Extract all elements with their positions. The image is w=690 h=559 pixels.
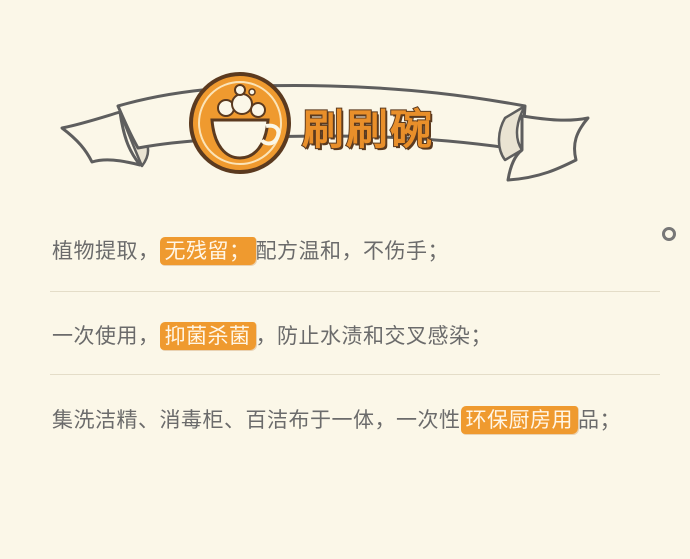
feature-text: 植物提取， (52, 239, 160, 263)
feature-text: ，防止水渍和交叉感染； (255, 324, 492, 348)
feature-line-1: 植物提取， 无残留； 配方温和，不伤手； (52, 235, 449, 265)
page-title: 刷刷碗 (301, 104, 435, 155)
feature-text: 配方温和，不伤手； (255, 239, 449, 263)
feature-highlight: 无残留； (159, 237, 256, 265)
feature-highlight: 抑菌杀菌 (159, 322, 256, 350)
divider (50, 374, 660, 375)
divider (50, 291, 660, 292)
feature-text: 品； (578, 408, 621, 432)
feature-text: 集洗洁精、消毒柜、百洁布于一体，一次性 (52, 408, 461, 432)
ring-icon (662, 227, 676, 241)
feature-line-3: 集洗洁精、消毒柜、百洁布于一体，一次性 环保厨房用 品； (52, 404, 621, 434)
feature-highlight: 环保厨房用 (460, 406, 578, 434)
feature-line-2: 一次使用， 抑菌杀菌 ，防止水渍和交叉感染； (52, 320, 492, 350)
bowl-bubbles-icon (189, 72, 291, 174)
feature-text: 一次使用， (52, 324, 160, 348)
